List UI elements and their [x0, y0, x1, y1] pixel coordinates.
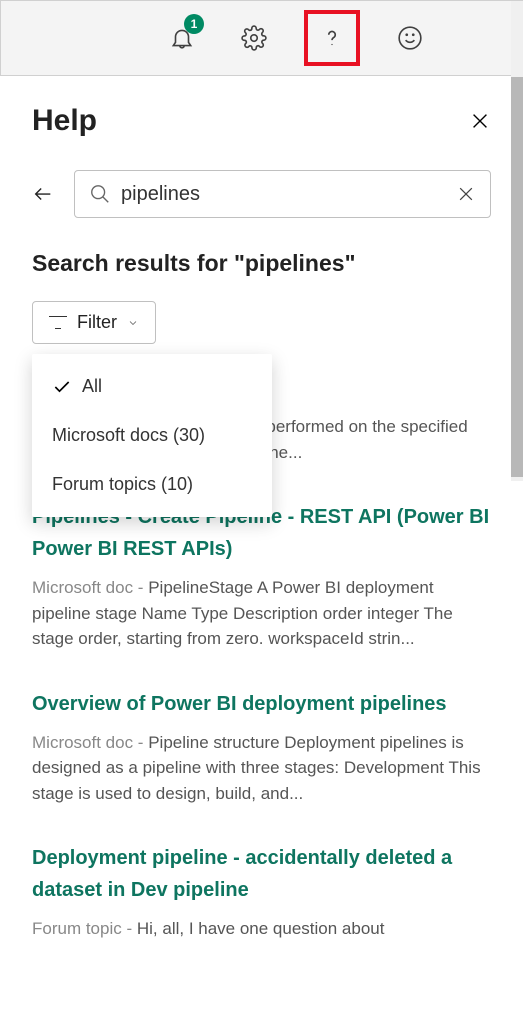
clear-search-button[interactable] [456, 184, 476, 204]
help-title: Help [32, 104, 97, 138]
filter-icon [49, 316, 67, 330]
filter-option-label: Microsoft docs (30) [52, 425, 205, 446]
scrollbar[interactable] [511, 1, 523, 481]
result-item: Pipelines - Create Pipeline - REST API (… [32, 501, 491, 652]
close-button[interactable] [469, 110, 491, 132]
result-item: Overview of Power BI deployment pipeline… [32, 688, 491, 807]
results-heading: Search results for "pipelines" [32, 250, 491, 277]
notifications-button[interactable]: 1 [160, 16, 204, 60]
search-row [32, 170, 491, 218]
search-box[interactable] [74, 170, 491, 218]
result-source: Microsoft doc - [32, 578, 148, 597]
help-panel: Help Search results for "pipelines" Filt… [0, 76, 523, 1006]
gear-icon [241, 25, 267, 51]
top-toolbar: 1 [0, 0, 523, 76]
result-snippet: Microsoft doc - PipelineStage A Power BI… [32, 575, 491, 652]
search-input[interactable] [121, 183, 446, 206]
smiley-icon [397, 25, 423, 51]
result-item: Deployment pipeline - accidentally delet… [32, 842, 491, 942]
filter-label: Filter [77, 312, 117, 333]
filter-dropdown: All Microsoft docs (30) Forum topics (10… [32, 354, 272, 517]
settings-button[interactable] [232, 16, 276, 60]
feedback-button[interactable] [388, 16, 432, 60]
check-icon [52, 377, 72, 397]
back-button[interactable] [32, 183, 54, 205]
result-snippet: Microsoft doc - Pipeline structure Deplo… [32, 730, 491, 807]
filter-option-all[interactable]: All [32, 362, 272, 411]
notification-badge: 1 [184, 14, 204, 34]
result-link[interactable]: Overview of Power BI deployment pipeline… [32, 688, 491, 720]
help-header: Help [32, 104, 491, 138]
help-button[interactable] [304, 10, 360, 66]
filter-option-docs[interactable]: Microsoft docs (30) [32, 411, 272, 460]
result-source: Forum topic - [32, 919, 137, 938]
scrollbar-thumb[interactable] [511, 77, 523, 477]
result-link[interactable]: Deployment pipeline - accidentally delet… [32, 842, 491, 906]
question-icon [319, 25, 345, 51]
result-snippet: Forum topic - Hi, all, I have one questi… [32, 916, 491, 942]
result-source: Microsoft doc - [32, 733, 148, 752]
filter-option-label: Forum topics (10) [52, 474, 193, 495]
filter-option-label: All [82, 376, 102, 397]
filter-option-forum[interactable]: Forum topics (10) [32, 460, 272, 509]
filter-button[interactable]: Filter [32, 301, 156, 344]
search-icon [89, 183, 111, 205]
chevron-down-icon [127, 317, 139, 329]
